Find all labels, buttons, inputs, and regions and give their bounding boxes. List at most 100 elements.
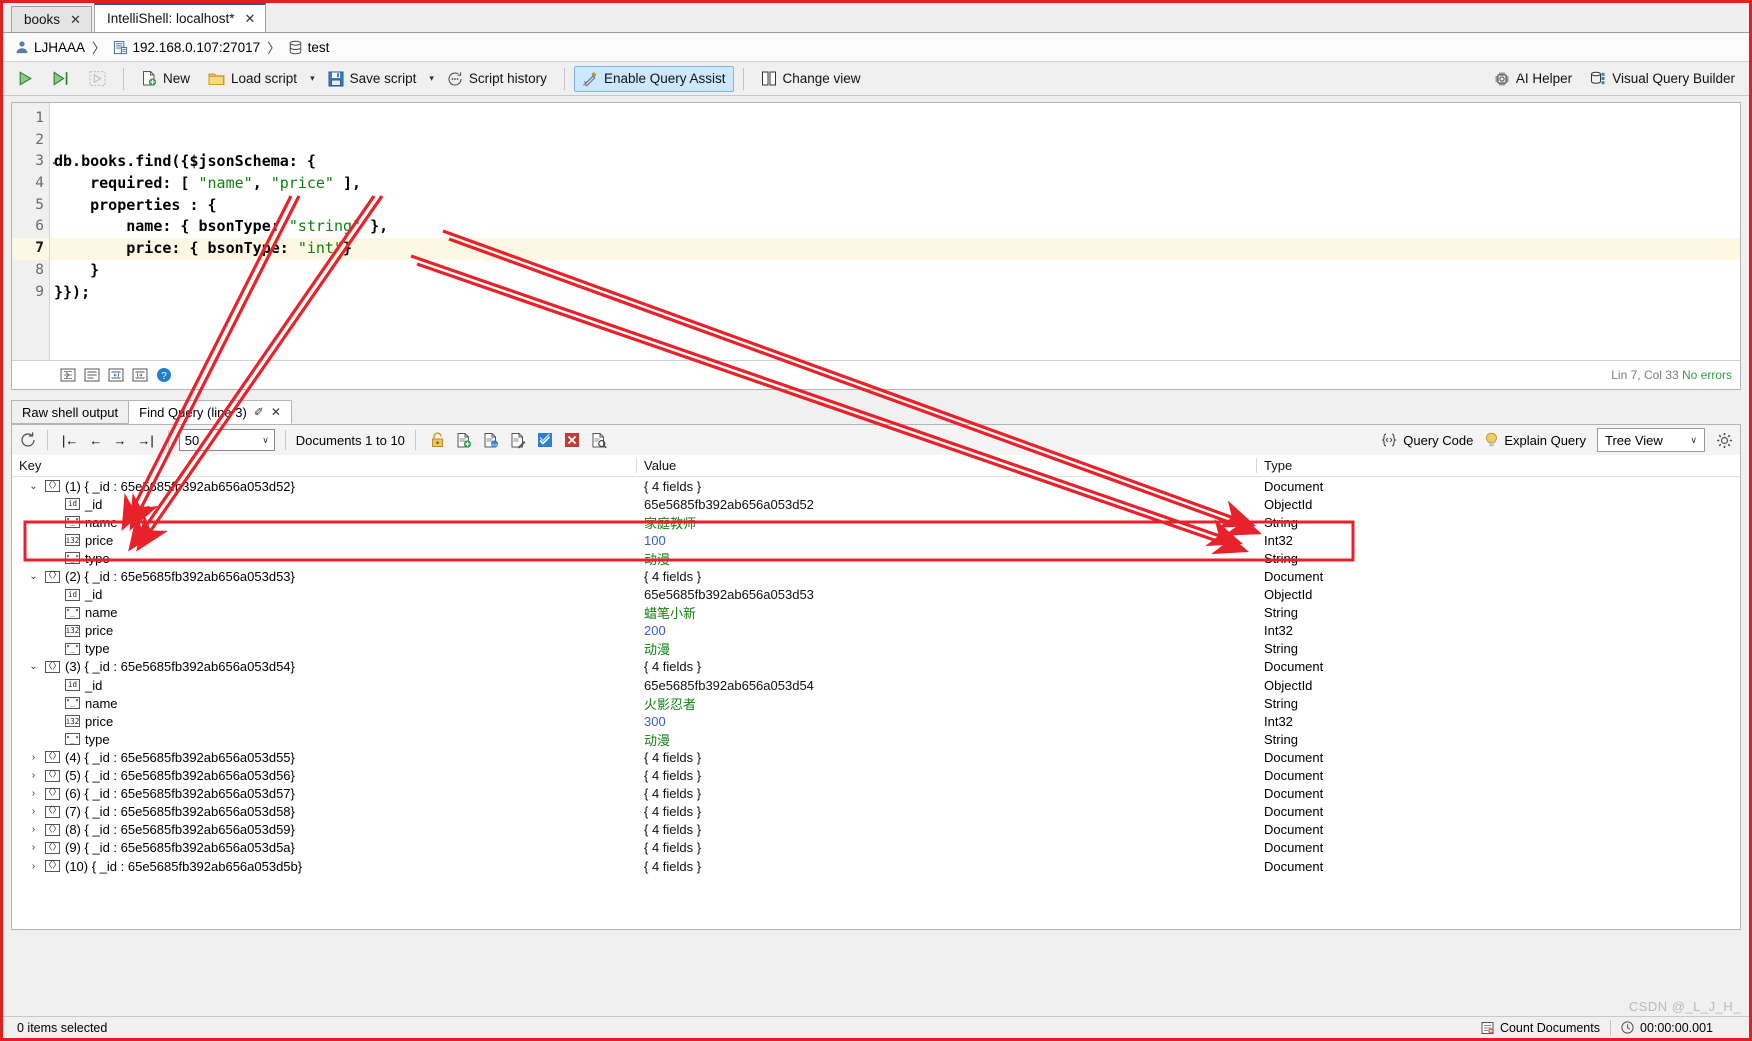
tab-books[interactable]: books ✕ — [11, 6, 92, 32]
cell-value[interactable]: 火影忍者 — [636, 694, 1256, 713]
visual-query-builder-button[interactable]: Visual Query Builder — [1582, 66, 1743, 92]
tab-intellishell[interactable]: IntelliShell: localhost* ✕ — [93, 3, 267, 32]
column-header-type[interactable]: Type — [1256, 458, 1740, 473]
save-script-button[interactable]: Save script — [320, 66, 425, 92]
chevron-down-icon[interactable]: ⌄ — [27, 661, 40, 672]
load-script-dropdown-icon[interactable]: ▾ — [307, 73, 318, 84]
code-line[interactable] — [50, 108, 1740, 130]
save-script-dropdown-icon[interactable]: ▾ — [426, 73, 437, 84]
cell-key[interactable]: id _id — [12, 587, 636, 602]
insert-document-icon[interactable] — [452, 432, 476, 449]
chevron-right-icon[interactable]: › — [27, 824, 40, 835]
cell-value[interactable]: 65e5685fb392ab656a053d53 — [636, 587, 1256, 602]
cell-value[interactable]: { 4 fields } — [636, 786, 1256, 801]
chevron-right-icon[interactable]: › — [27, 842, 40, 853]
indent-right-icon[interactable] — [108, 368, 124, 382]
table-row[interactable]: "_" name 家庭教师 String — [12, 513, 1740, 531]
cell-value[interactable]: 65e5685fb392ab656a053d52 — [636, 497, 1256, 512]
change-view-button[interactable]: Change view — [753, 66, 869, 92]
pin-icon[interactable]: ✐ — [254, 405, 264, 419]
load-script-button[interactable]: Load script — [200, 66, 305, 92]
cell-value[interactable]: 动漫 — [636, 639, 1256, 658]
cell-key[interactable]: › 〈〉 (7) { _id : 65e5685fb392ab656a053d58} — [12, 804, 636, 819]
cell-key[interactable]: "_" type — [12, 641, 636, 656]
commit-icon[interactable] — [533, 432, 557, 448]
chevron-down-icon[interactable]: ⌄ — [27, 571, 40, 582]
align-lines-icon[interactable] — [84, 368, 100, 382]
run-script-button[interactable] — [9, 66, 42, 92]
run-selection-button[interactable] — [44, 66, 79, 92]
chevron-right-icon[interactable]: › — [27, 788, 40, 799]
ai-helper-button[interactable]: AI Helper — [1486, 66, 1580, 92]
cell-value[interactable]: 200 — [636, 623, 1256, 638]
results-tree-grid[interactable]: Key Value Type ⌄ 〈〉 (1) { _id : 65e5685fb3… — [11, 455, 1741, 930]
table-row[interactable]: id _id 65e5685fb392ab656a053d52 ObjectId — [12, 495, 1740, 513]
cell-key[interactable]: "_" type — [12, 732, 636, 747]
indent-left-icon[interactable] — [132, 368, 148, 382]
table-row[interactable]: ⌄ 〈〉 (2) { _id : 65e5685fb392ab656a053d53}… — [12, 567, 1740, 585]
cell-key[interactable]: ⌄ 〈〉 (2) { _id : 65e5685fb392ab656a053d53} — [12, 569, 636, 584]
cell-value[interactable]: { 4 fields } — [636, 859, 1256, 874]
table-row[interactable]: i32 price 200 Int32 — [12, 622, 1740, 640]
cell-key[interactable]: › 〈〉 (5) { _id : 65e5685fb392ab656a053d56} — [12, 768, 636, 783]
code-line[interactable]: properties : { — [50, 195, 1740, 217]
cell-value[interactable]: { 4 fields } — [636, 840, 1256, 855]
code-line[interactable]: db.books.find({$jsonSchema: { — [50, 151, 1740, 173]
chevron-right-icon[interactable]: › — [27, 861, 40, 872]
enable-query-assist-button[interactable]: Enable Query Assist — [573, 65, 734, 92]
prev-page-button[interactable]: ← — [85, 428, 106, 452]
table-row[interactable]: › 〈〉 (7) { _id : 65e5685fb392ab656a053d58}… — [12, 803, 1740, 821]
explain-query-button[interactable]: Explain Query — [1480, 428, 1590, 452]
table-row[interactable]: › 〈〉 (10) { _id : 65e5685fb392ab656a053d5b… — [12, 857, 1740, 875]
view-mode-select[interactable]: Tree View ∨ — [1597, 428, 1705, 452]
table-row[interactable]: "_" type 动漫 String — [12, 640, 1740, 658]
cell-value[interactable]: 100 — [636, 533, 1256, 548]
tab-find-query[interactable]: Find Query (line 3) ✐ ✕ — [128, 400, 292, 424]
cell-value[interactable]: { 4 fields } — [636, 659, 1256, 674]
cell-key[interactable]: ⌄ 〈〉 (3) { _id : 65e5685fb392ab656a053d54} — [12, 659, 636, 674]
table-row[interactable]: "_" name 蜡笔小新 String — [12, 604, 1740, 622]
cell-key[interactable]: › 〈〉 (10) { _id : 65e5685fb392ab656a053d5b… — [12, 859, 636, 874]
column-header-value[interactable]: Value — [636, 458, 1256, 473]
cell-key[interactable]: ⌄ 〈〉 (1) { _id : 65e5685fb392ab656a053d52} — [12, 479, 636, 494]
code-line[interactable]: name: { bsonType: "string" }, — [50, 216, 1740, 238]
breadcrumb-server[interactable]: 192.168.0.107:27017 — [113, 40, 260, 55]
cell-value[interactable]: { 4 fields } — [636, 479, 1256, 494]
breadcrumb-database[interactable]: test — [288, 40, 329, 55]
chevron-right-icon[interactable]: › — [27, 806, 40, 817]
cell-value[interactable]: 动漫 — [636, 730, 1256, 749]
cancel-icon[interactable] — [560, 432, 584, 448]
table-row[interactable]: i32 price 300 Int32 — [12, 712, 1740, 730]
cell-key[interactable]: "_" name — [12, 515, 636, 530]
column-header-key[interactable]: Key — [12, 458, 636, 473]
cell-key[interactable]: › 〈〉 (6) { _id : 65e5685fb392ab656a053d57} — [12, 786, 636, 801]
editor-code[interactable]: db.books.find({$jsonSchema: { required: … — [50, 103, 1740, 361]
script-editor[interactable]: 1 2 3 ↙ 4 5 6 7 8 9 db.books.find({$jsonSchema: {… — [11, 102, 1741, 390]
query-code-button[interactable]: Query Code — [1376, 428, 1477, 452]
table-row[interactable]: ⌄ 〈〉 (3) { _id : 65e5685fb392ab656a053d54}… — [12, 658, 1740, 676]
tab-raw-shell-output[interactable]: Raw shell output — [11, 400, 130, 424]
cell-key[interactable]: id _id — [12, 497, 636, 512]
table-row[interactable]: › 〈〉 (5) { _id : 65e5685fb392ab656a053d56}… — [12, 767, 1740, 785]
gear-icon[interactable] — [1716, 432, 1733, 449]
cell-value[interactable]: 65e5685fb392ab656a053d54 — [636, 678, 1256, 693]
chevron-down-icon[interactable]: ⌄ — [27, 481, 40, 492]
table-row[interactable]: "_" name 火影忍者 String — [12, 694, 1740, 712]
table-row[interactable]: "_" type 动漫 String — [12, 549, 1740, 567]
table-row[interactable]: id _id 65e5685fb392ab656a053d54 ObjectId — [12, 676, 1740, 694]
cell-value[interactable]: 蜡笔小新 — [636, 603, 1256, 622]
cell-key[interactable]: id _id — [12, 678, 636, 693]
last-page-button[interactable]: →| — [133, 428, 157, 452]
breadcrumb-user[interactable]: LJHAAA — [15, 40, 85, 55]
table-row[interactable]: "_" type 动漫 String — [12, 730, 1740, 748]
script-history-button[interactable]: Script history — [439, 66, 555, 92]
chevron-right-icon[interactable]: › — [27, 770, 40, 781]
first-page-button[interactable]: |← — [58, 428, 82, 452]
page-size-select[interactable]: 50 ∨ — [178, 429, 275, 451]
chevron-down-icon[interactable]: ∨ — [262, 435, 269, 446]
cell-value[interactable]: 300 — [636, 714, 1256, 729]
cell-value[interactable]: { 4 fields } — [636, 569, 1256, 584]
code-line[interactable]: required: [ "name", "price" ], — [50, 173, 1740, 195]
code-line[interactable] — [50, 130, 1740, 152]
view-document-icon[interactable] — [587, 432, 611, 449]
